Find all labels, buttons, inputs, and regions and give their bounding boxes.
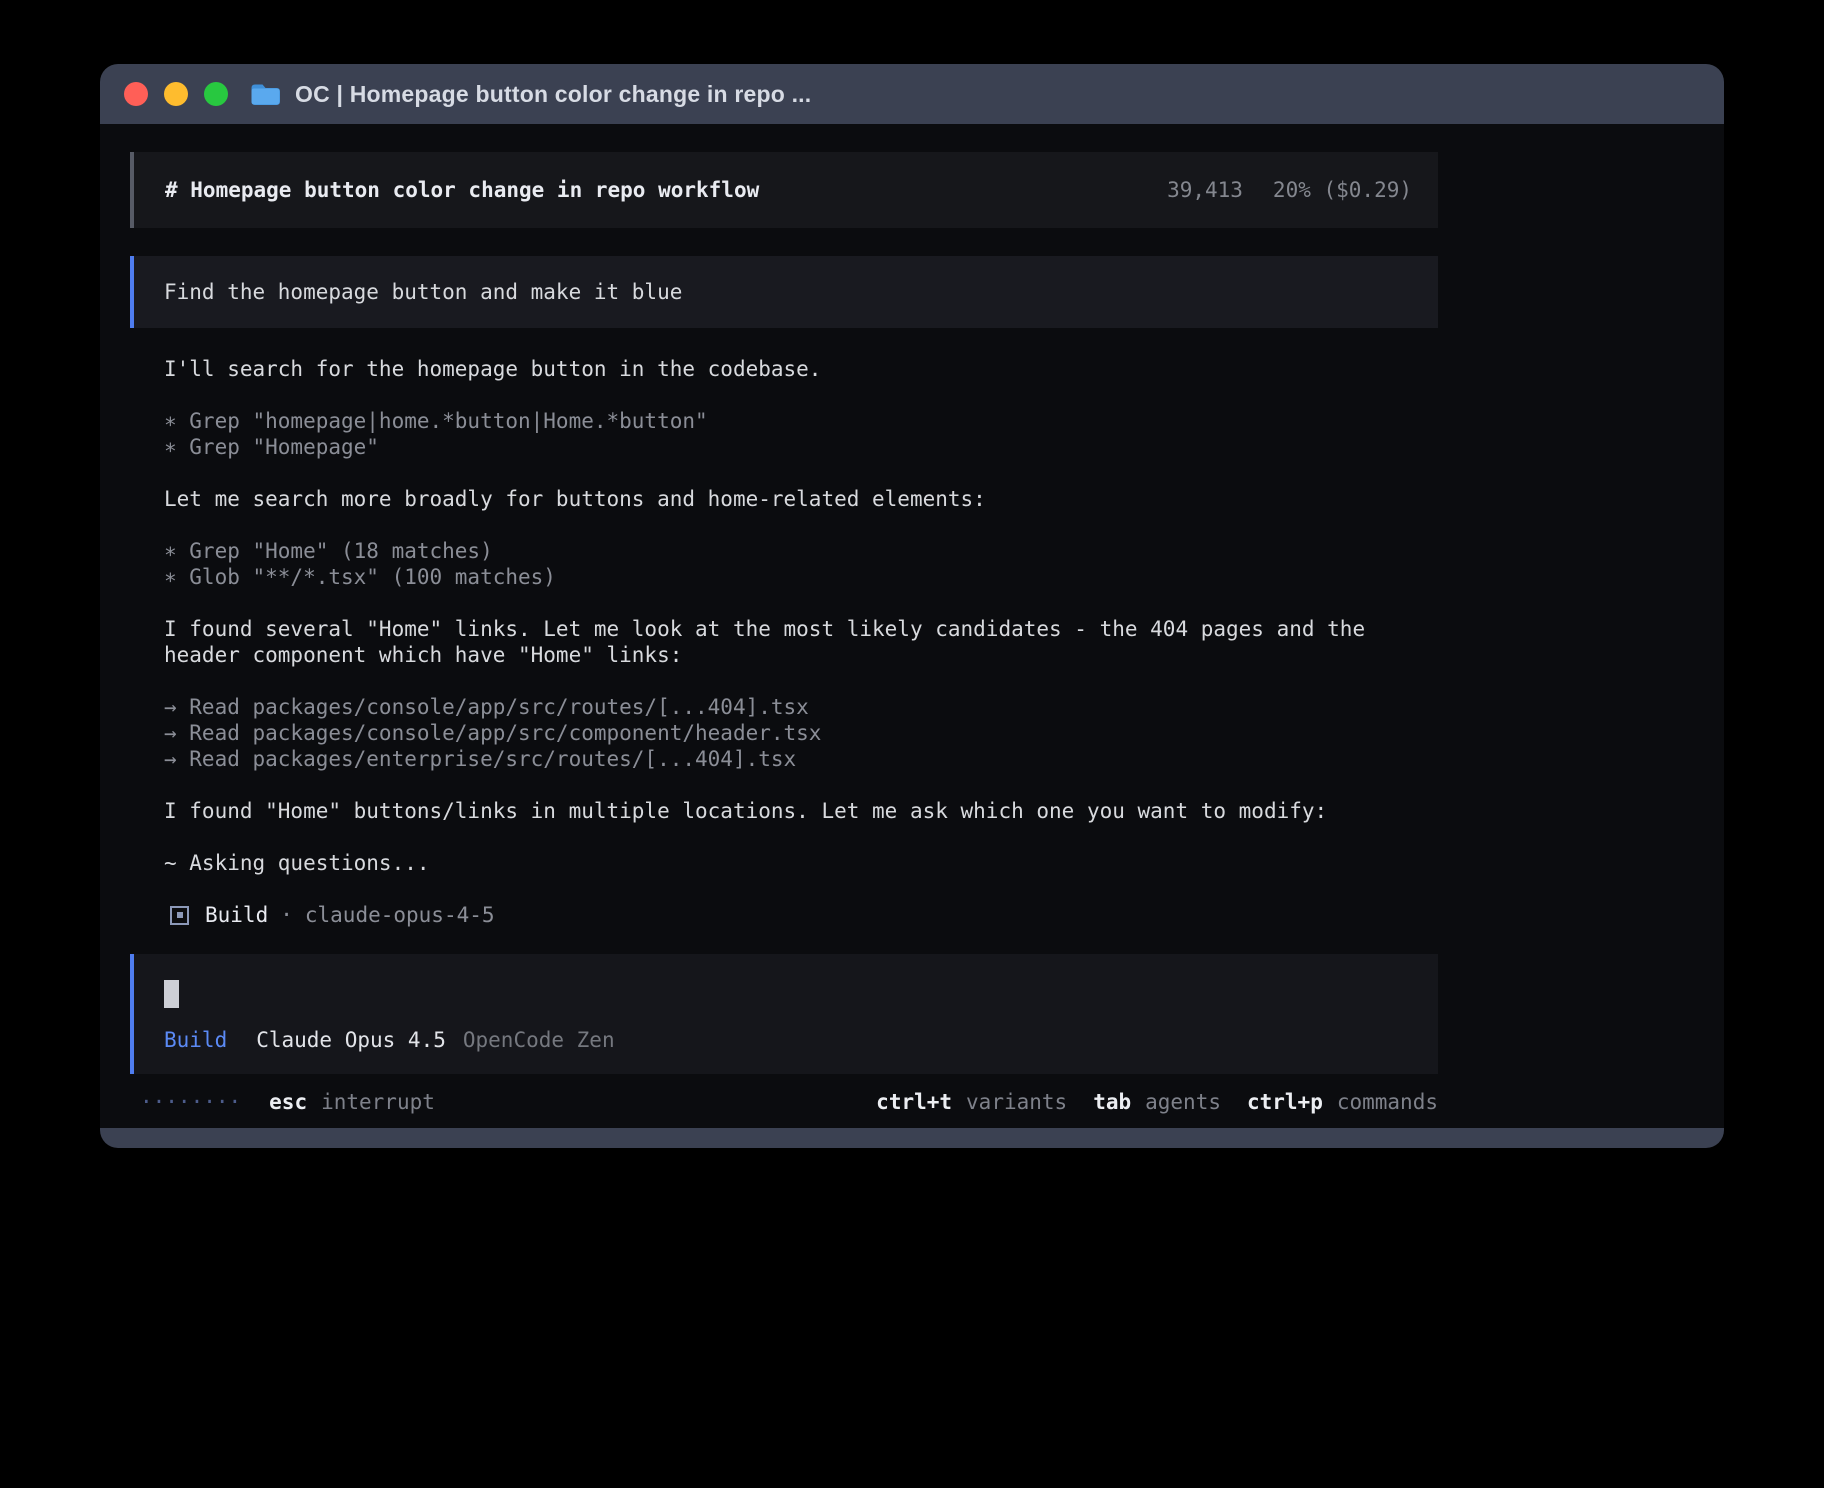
terminal-content[interactable]: # Homepage button color change in repo w… — [100, 124, 1724, 1128]
close-button[interactable] — [124, 82, 148, 106]
keyboard-hints: ctrl+t variants tab agents ctrl+p commands — [876, 1090, 1438, 1114]
tool-call-read: → Read packages/enterprise/src/routes/[.… — [164, 746, 1694, 772]
hint-key: ctrl+t — [876, 1090, 952, 1114]
hint-label: variants — [966, 1090, 1067, 1114]
status-left: ········ esc interrupt — [130, 1090, 435, 1114]
agent-status-row: Build · claude-opus-4-5 — [164, 902, 1694, 928]
spinner-dots-icon: ········ — [140, 1090, 241, 1114]
hint-agents: tab agents — [1093, 1090, 1221, 1114]
esc-key-hint: esc — [269, 1090, 307, 1114]
agent-name: Build — [205, 903, 268, 927]
model-name-label: Claude Opus 4.5 — [256, 1028, 446, 1052]
hint-key: ctrl+p — [1247, 1090, 1323, 1114]
text-cursor — [164, 980, 179, 1008]
tool-call-grep: ∗ Grep "Homepage" — [164, 434, 1694, 460]
tool-call-glob: ∗ Glob "**/*.tsx" (100 matches) — [164, 564, 1694, 590]
agent-square-icon — [170, 906, 189, 925]
context-cost: 20% ($0.29) — [1273, 178, 1412, 202]
folder-icon — [250, 82, 281, 107]
tool-call-group-grep-2: ∗ Grep "Home" (18 matches) ∗ Glob "**/*.… — [164, 538, 1694, 590]
hint-label: agents — [1145, 1090, 1221, 1114]
traffic-lights — [124, 82, 228, 106]
minimize-button[interactable] — [164, 82, 188, 106]
token-count: 39,413 — [1167, 178, 1243, 202]
session-content: # Homepage button color change in repo w… — [100, 124, 1724, 1114]
esc-key-label: interrupt — [321, 1090, 435, 1114]
user-message-text: Find the homepage button and make it blu… — [164, 280, 682, 304]
status-bar: ········ esc interrupt ctrl+t variants ta… — [130, 1090, 1438, 1114]
tool-call-grep: ∗ Grep "homepage|home.*button|Home.*butt… — [164, 408, 1694, 434]
tool-call-group-grep-1: ∗ Grep "homepage|home.*button|Home.*butt… — [164, 408, 1694, 460]
hint-variants: ctrl+t variants — [876, 1090, 1067, 1114]
provider-label: OpenCode Zen — [463, 1028, 615, 1052]
asking-questions-status: ~ Asking questions... — [164, 850, 1694, 876]
titlebar[interactable]: OC | Homepage button color change in rep… — [100, 64, 1724, 124]
agent-model: claude-opus-4-5 — [305, 903, 495, 927]
tool-call-grep: ∗ Grep "Home" (18 matches) — [164, 538, 1694, 564]
prompt-input[interactable]: Build Claude Opus 4.5 OpenCode Zen — [130, 954, 1438, 1074]
session-title: # Homepage button color change in repo w… — [165, 178, 759, 202]
zoom-button[interactable] — [204, 82, 228, 106]
model-row: Build Claude Opus 4.5 OpenCode Zen — [164, 1028, 1412, 1052]
session-stats: 39,413 20% ($0.29) — [1167, 178, 1412, 202]
terminal-window: OC | Homepage button color change in rep… — [100, 64, 1724, 1148]
hint-commands: ctrl+p commands — [1247, 1090, 1438, 1114]
assistant-text: Let me search more broadly for buttons a… — [164, 486, 1694, 512]
assistant-text: I'll search for the homepage button in t… — [164, 356, 1694, 382]
session-header: # Homepage button color change in repo w… — [130, 152, 1438, 228]
user-message: Find the homepage button and make it blu… — [130, 256, 1438, 328]
hint-key: tab — [1093, 1090, 1131, 1114]
assistant-response: I'll search for the homepage button in t… — [130, 356, 1694, 928]
hint-label: commands — [1337, 1090, 1438, 1114]
assistant-text: I found "Home" buttons/links in multiple… — [164, 798, 1434, 824]
tool-call-group-read: → Read packages/console/app/src/routes/[… — [164, 694, 1694, 772]
assistant-text: I found several "Home" links. Let me loo… — [164, 616, 1434, 668]
tool-call-read: → Read packages/console/app/src/componen… — [164, 720, 1694, 746]
tool-call-read: → Read packages/console/app/src/routes/[… — [164, 694, 1694, 720]
agent-separator: · — [280, 903, 293, 927]
window-title: OC | Homepage button color change in rep… — [295, 81, 811, 108]
agent-mode-label: Build — [164, 1028, 227, 1052]
